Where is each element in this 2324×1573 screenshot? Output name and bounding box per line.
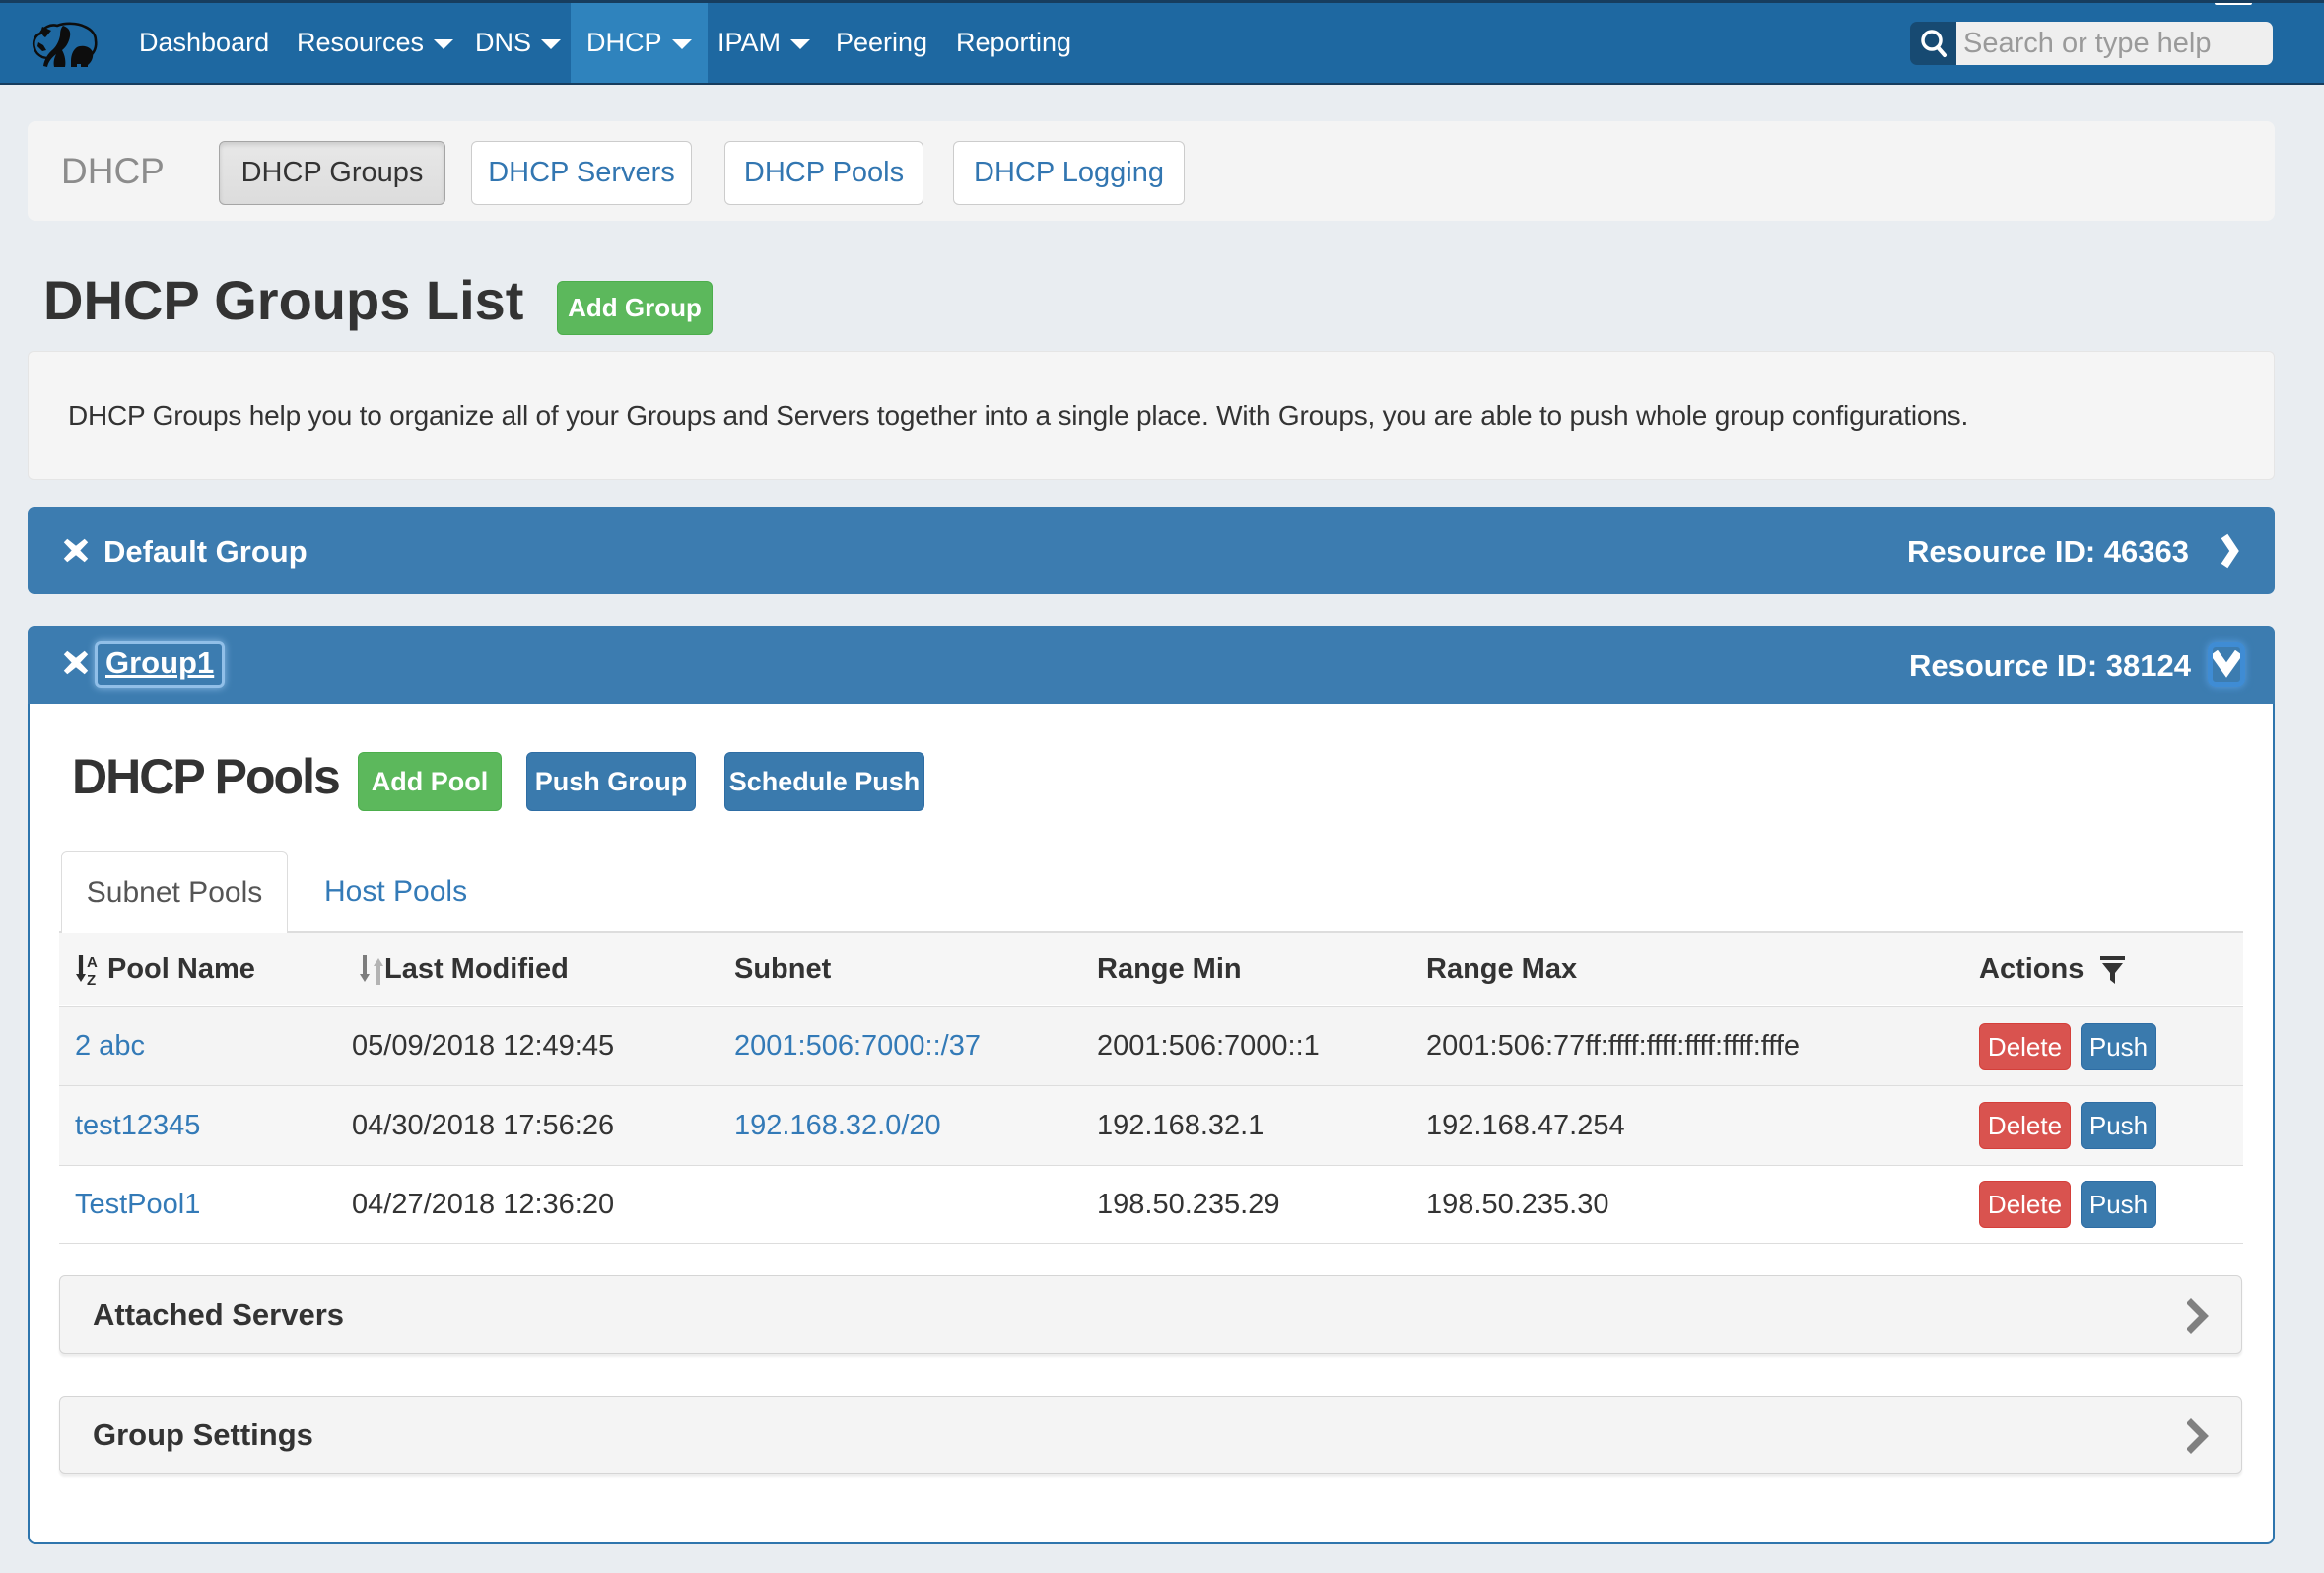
svg-text:A: A [87,954,98,971]
svg-text:Z: Z [87,972,96,987]
